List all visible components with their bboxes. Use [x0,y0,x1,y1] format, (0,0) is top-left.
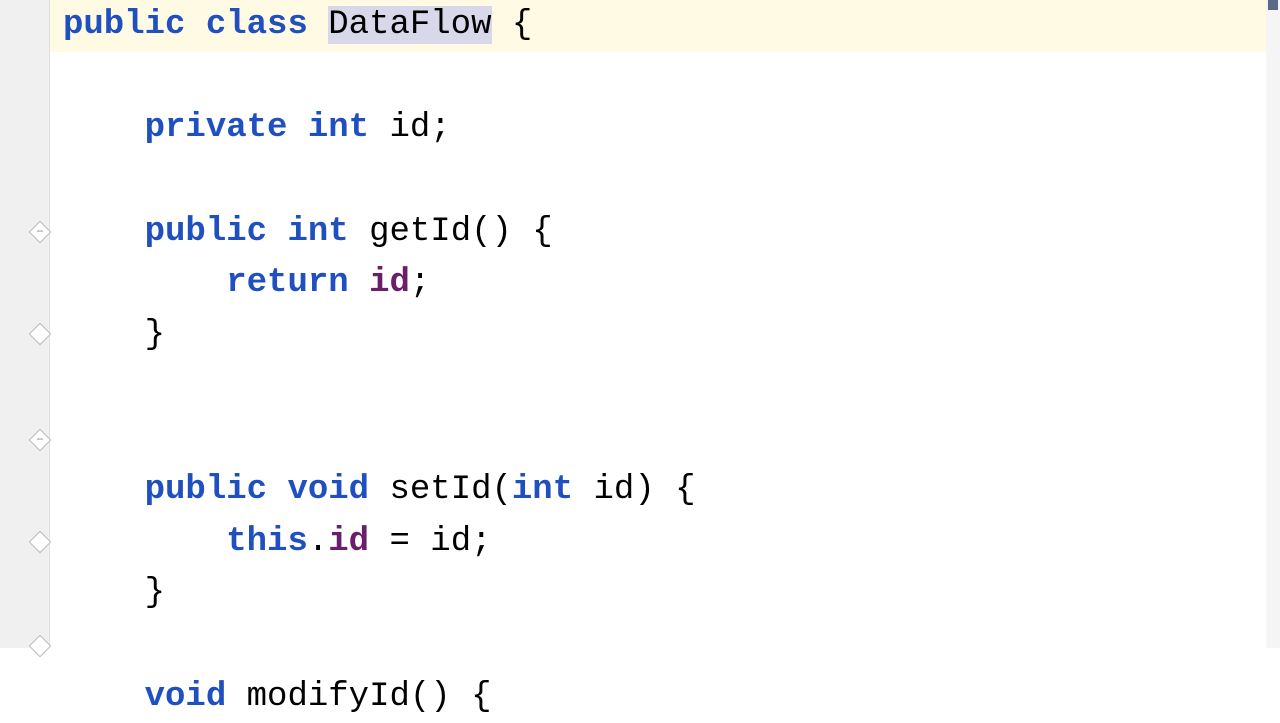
field-ref: id [369,264,410,302]
code-line[interactable] [50,413,1280,465]
code-line[interactable]: } [50,568,1280,620]
keyword: class [206,6,308,44]
method-name: modifyId() { [226,678,491,716]
code-line[interactable] [50,52,1280,104]
code-line[interactable]: private int id; [50,103,1280,155]
code-line[interactable]: } [50,310,1280,362]
fold-marker-icon[interactable] [29,531,52,554]
fold-marker-icon[interactable] [29,429,52,452]
keyword: void [145,678,227,716]
this-keyword: this [226,523,308,561]
code-line[interactable] [50,155,1280,207]
type: int [308,109,369,147]
field-name: id [389,109,430,147]
method-name: getId() { [369,213,553,251]
keyword: public [145,471,267,509]
fold-marker-icon[interactable] [29,323,52,346]
type: int [287,213,348,251]
keyword: private [145,109,288,147]
code-line[interactable]: public int getId() { [50,207,1280,259]
code-line[interactable]: return id; [50,258,1280,310]
code-line[interactable] [50,362,1280,414]
fold-marker-icon[interactable] [29,635,52,658]
code-editor[interactable]: public class DataFlow { private int id; … [50,0,1280,648]
field-ref: id [328,523,369,561]
brace: { [492,6,533,44]
keyword: void [287,471,369,509]
keyword: public [145,213,267,251]
keyword: return [226,264,348,302]
code-line[interactable] [50,620,1280,672]
code-line[interactable]: void modifyId() { [50,672,1280,723]
class-name: DataFlow [328,6,491,44]
scrollbar-thumb[interactable] [1268,0,1278,10]
method-name: setId( [389,471,511,509]
editor-gutter [0,0,50,648]
type: int [512,471,573,509]
code-line[interactable]: this.id = id; [50,517,1280,569]
fold-marker-icon[interactable] [29,221,52,244]
keyword: public [63,6,185,44]
vertical-scrollbar[interactable] [1266,0,1280,648]
code-line[interactable]: public void setId(int id) { [50,465,1280,517]
code-line[interactable]: public class DataFlow { [50,0,1280,52]
